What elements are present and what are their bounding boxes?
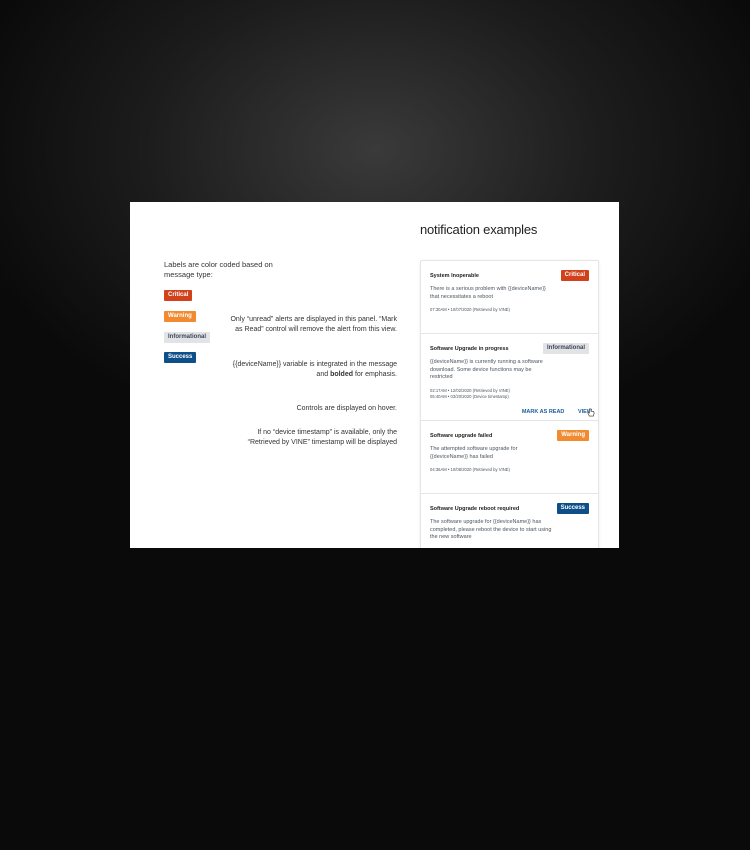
notification-examples-board: notification examples Labels are color c… [130,202,619,548]
legend-intro: Labels are color coded based on message … [164,260,273,279]
notification-timestamp: 07:30AM • 10/07/2020 (Retrieved by VINE) [430,307,510,312]
notification-card-critical[interactable]: System Inoperable Critical There is a se… [421,261,598,334]
notification-card-informational[interactable]: Software Upgrade in progress Information… [421,334,598,421]
hand-pointer-icon [587,408,595,417]
notification-message: The software upgrade for {{deviceName}} … [430,519,552,540]
note-emphasis-text: for emphasis. [354,371,397,378]
note-device-name-variable: {{deviceName}} variable is integrated in… [227,360,397,380]
notification-device-timestamp: 05:40AM • 03/20/2020 (Device timestamp) [430,394,509,399]
notification-message: The attempted software upgrade for {{dev… [430,446,518,460]
note-timestamp-fallback: If no “device timestamp” is available, o… [247,429,397,446]
status-badge: Warning [557,430,589,441]
status-badge: Critical [560,270,589,281]
notification-title: Software Upgrade in progress [430,346,509,352]
notification-panel: System Inoperable Critical There is a se… [420,260,599,548]
notification-timestamp: 04:36AM • 10/08/2020 (Retrieved by VINE) [430,467,510,472]
notification-title: System Inoperable [430,273,479,279]
legend-label-informational: Informational [164,332,211,343]
notification-card-warning[interactable]: Software upgrade failed Warning The atte… [421,421,598,494]
legend-label-warning: Warning [164,311,196,322]
notification-title: Software upgrade failed [430,433,493,439]
notification-message: There is a serious problem with {{device… [430,286,546,300]
legend-label-critical: Critical [164,290,193,301]
mark-as-read-button[interactable]: MARK AS READ [522,409,565,415]
notification-card-success[interactable]: Software Upgrade reboot required Success… [421,494,598,548]
notification-title: Software Upgrade reboot required [430,506,520,512]
status-badge: Success [556,503,589,514]
note-unread-alerts: Only “unread” alerts are displayed in th… [230,316,397,333]
note-bolded-word: bolded [330,371,354,378]
notification-message: {{deviceName}} is currently running a so… [430,359,543,380]
page-title: notification examples [420,222,538,237]
legend-label-success: Success [164,352,197,363]
status-badge: Informational [542,343,589,354]
note-hover-controls: Controls are displayed on hover. [296,405,397,412]
notification-actions: MARK AS READ VIEW [510,409,592,415]
